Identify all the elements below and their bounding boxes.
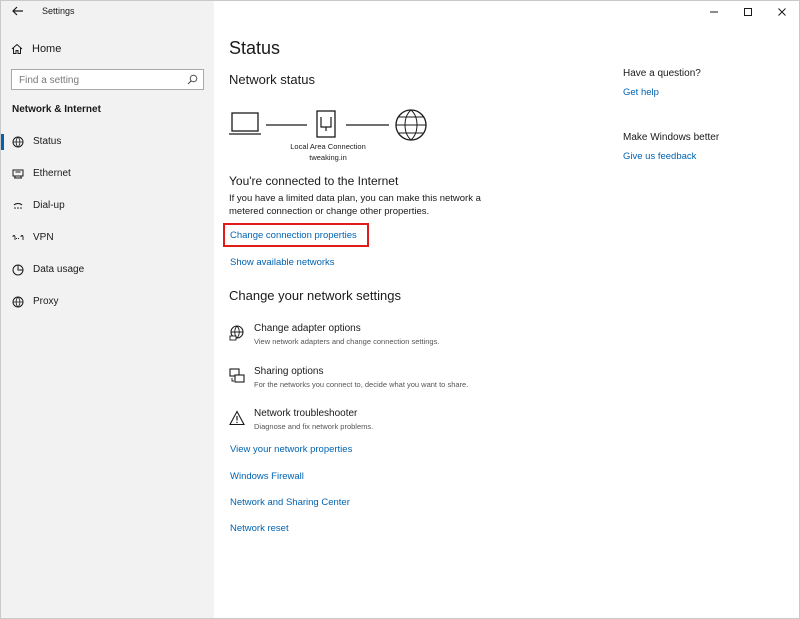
get-help-link[interactable]: Get help xyxy=(623,87,659,98)
dial-up-icon xyxy=(13,203,23,209)
adapter-globe-icon xyxy=(229,325,244,341)
close-button[interactable] xyxy=(765,1,799,23)
network-status-heading: Network status xyxy=(229,72,315,87)
give-feedback-link[interactable]: Give us feedback xyxy=(623,151,696,162)
vpn-icon xyxy=(12,235,24,240)
maximize-button[interactable] xyxy=(731,1,765,23)
sidebar-item-label: Ethernet xyxy=(33,168,71,179)
sidebar-item-label: Proxy xyxy=(33,296,59,307)
sidebar-item-status[interactable]: Status xyxy=(1,131,214,153)
window-controls xyxy=(697,1,799,23)
network-diagram xyxy=(229,109,427,141)
sidebar-item-label: VPN xyxy=(33,232,54,243)
network-troubleshooter-item[interactable]: Network troubleshooter Diagnose and fix … xyxy=(229,408,549,440)
setting-title: Network troubleshooter xyxy=(254,408,358,419)
laptop-icon xyxy=(229,112,261,135)
sidebar: Settings Home Network & Internet Status xyxy=(1,1,214,618)
network-reset-link[interactable]: Network reset xyxy=(230,523,289,534)
ethernet-icon xyxy=(12,169,24,179)
connected-description: If you have a limited data plan, you can… xyxy=(229,193,481,217)
sidebar-item-ethernet[interactable]: Ethernet xyxy=(1,163,214,185)
setting-description: For the networks you connect to, decide … xyxy=(254,380,469,389)
globe-monitor-icon xyxy=(12,136,24,148)
sidebar-item-label: Data usage xyxy=(33,264,85,275)
setting-description: View network adapters and change connect… xyxy=(254,337,440,346)
setting-title: Change adapter options xyxy=(254,323,361,334)
sidebar-item-proxy[interactable]: Proxy xyxy=(1,291,214,313)
close-icon xyxy=(778,8,786,16)
internet-globe-icon xyxy=(395,109,427,141)
data-usage-icon xyxy=(12,264,24,276)
sharing-icon xyxy=(229,368,245,383)
sidebar-item-label: Status xyxy=(33,136,62,147)
globe-icon xyxy=(12,296,24,308)
setting-description: Diagnose and fix network problems. xyxy=(254,422,374,431)
minimize-button[interactable] xyxy=(697,1,731,23)
home-label: Home xyxy=(32,43,62,55)
search-input[interactable] xyxy=(12,71,180,90)
change-adapter-options-item[interactable]: Change adapter options View network adap… xyxy=(229,323,549,355)
sidebar-item-data-usage[interactable]: Data usage xyxy=(1,259,214,281)
change-settings-heading: Change your network settings xyxy=(229,288,401,303)
page-title: Status xyxy=(229,38,281,58)
connected-heading: You're connected to the Internet xyxy=(229,174,399,188)
sidebar-item-label: Dial-up xyxy=(33,200,65,211)
sidebar-item-dial-up[interactable]: Dial-up xyxy=(1,195,214,217)
windows-firewall-link[interactable]: Windows Firewall xyxy=(230,471,304,482)
ethernet-port-icon xyxy=(316,110,336,138)
minimize-icon xyxy=(710,11,718,13)
maximize-icon xyxy=(744,8,752,16)
search-box[interactable] xyxy=(11,69,204,90)
home-icon xyxy=(11,43,23,54)
search-icon[interactable] xyxy=(187,74,198,85)
setting-title: Sharing options xyxy=(254,366,324,377)
connection-name: Local Area Connection xyxy=(290,142,366,151)
app-title: Settings xyxy=(42,6,75,16)
sharing-options-item[interactable]: Sharing options For the networks you con… xyxy=(229,366,549,398)
make-windows-better-heading: Make Windows better xyxy=(623,132,720,143)
settings-window: Settings Home Network & Internet Status xyxy=(0,0,800,619)
view-network-properties-link[interactable]: View your network properties xyxy=(230,444,352,455)
network-name: tweaking.in xyxy=(309,153,347,162)
warning-icon xyxy=(229,410,245,426)
back-arrow-icon[interactable] xyxy=(11,4,25,18)
show-available-networks-link[interactable]: Show available networks xyxy=(230,257,335,268)
change-connection-properties-link[interactable]: Change connection properties xyxy=(230,230,357,241)
network-sharing-center-link[interactable]: Network and Sharing Center xyxy=(230,497,350,508)
question-heading: Have a question? xyxy=(623,68,701,79)
section-label: Network & Internet xyxy=(12,104,101,115)
home-nav-item[interactable]: Home xyxy=(11,41,61,57)
sidebar-item-vpn[interactable]: VPN xyxy=(1,227,214,249)
